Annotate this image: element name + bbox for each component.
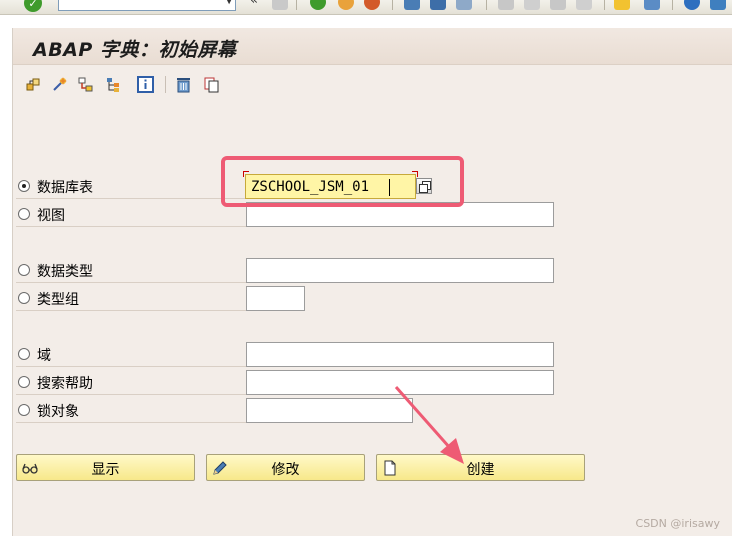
back-icon[interactable] (310, 0, 326, 10)
other-object-icon[interactable] (25, 76, 42, 93)
radio-database-table[interactable] (18, 180, 30, 192)
first-page-icon[interactable] (498, 0, 514, 10)
new-session-icon[interactable] (614, 0, 630, 10)
radio-view[interactable] (18, 208, 30, 220)
annotation-arrow (394, 386, 464, 464)
type-group-input[interactable] (246, 286, 305, 311)
label-search-help: 搜索帮助 (37, 376, 93, 392)
display-button[interactable]: 显示 (16, 454, 195, 481)
watermark: CSDN @irisawy (635, 517, 720, 530)
data-type-value[interactable] (247, 259, 553, 282)
prev-page-icon[interactable] (524, 0, 540, 10)
domain-value[interactable] (247, 343, 553, 366)
radio-domain[interactable] (18, 348, 30, 360)
radio-lock-object[interactable] (18, 404, 30, 416)
layout-icon[interactable] (710, 0, 726, 10)
radio-type-group[interactable] (18, 292, 30, 304)
copy-icon[interactable] (203, 76, 220, 93)
next-page-icon[interactable] (550, 0, 566, 10)
change-button-label: 修改 (271, 462, 300, 478)
info-icon[interactable] (137, 76, 154, 93)
display-button-label: 显示 (91, 462, 120, 478)
find-icon[interactable] (430, 0, 446, 10)
radio-search-help[interactable] (18, 376, 30, 388)
enter-icon[interactable]: ✓ (24, 0, 42, 12)
type-group-value[interactable] (247, 287, 304, 310)
label-domain: 域 (37, 348, 51, 364)
chevron-down-icon[interactable]: ▼ (225, 0, 233, 6)
command-field[interactable]: ▼ (58, 0, 236, 11)
change-button[interactable]: 修改 (206, 454, 365, 481)
label-lock-object: 锁对象 (37, 404, 79, 420)
find-next-icon[interactable] (456, 0, 472, 10)
title-bar: ABAP 字典：初始屏幕 (13, 28, 732, 65)
label-view: 视图 (37, 208, 65, 224)
radio-data-type[interactable] (18, 264, 30, 276)
data-type-input[interactable] (246, 258, 554, 283)
cancel-icon[interactable] (364, 0, 380, 10)
system-toolbar: ✓ ▼ « (0, 0, 732, 15)
delete-icon[interactable] (175, 76, 192, 93)
hierarchy-icon[interactable] (105, 76, 122, 93)
last-page-icon[interactable] (576, 0, 592, 10)
domain-input[interactable] (246, 342, 554, 367)
label-data-type: 数据类型 (37, 264, 93, 280)
exit-icon[interactable] (338, 0, 354, 10)
nav-glyph[interactable]: « (250, 0, 258, 8)
application-toolbar (13, 65, 732, 103)
print-icon[interactable] (404, 0, 420, 10)
page-title: ABAP 字典：初始屏幕 (33, 39, 237, 61)
highlight-box (221, 156, 464, 207)
shortcut-icon[interactable] (644, 0, 660, 10)
check-icon[interactable] (51, 76, 68, 93)
label-database-table: 数据库表 (37, 180, 93, 196)
label-type-group: 类型组 (37, 292, 79, 308)
help-icon[interactable] (684, 0, 700, 10)
where-used-icon[interactable] (77, 76, 94, 93)
save-icon[interactable] (272, 0, 288, 10)
